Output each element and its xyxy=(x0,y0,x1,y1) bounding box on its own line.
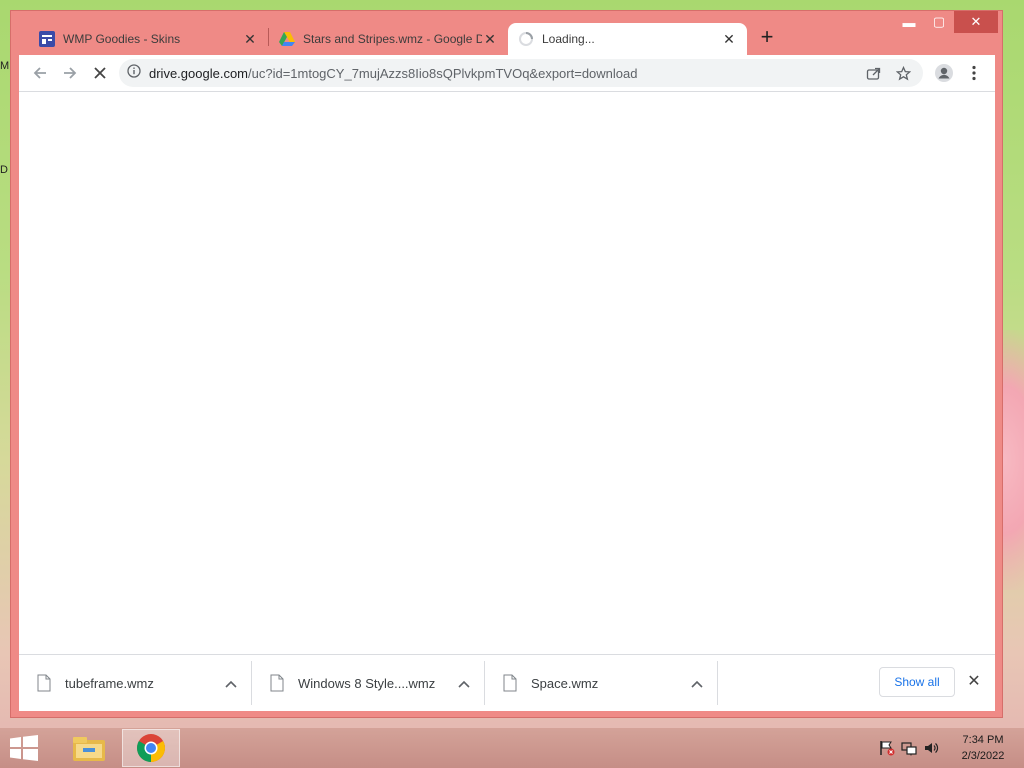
tab-close-icon[interactable]: ✕ xyxy=(482,31,498,48)
google-drive-icon xyxy=(279,31,295,47)
clock[interactable]: 7:34 PM 2/3/2022 xyxy=(948,732,1018,764)
window-controls: ▬ ▢ ✕ xyxy=(894,11,998,33)
site-icon xyxy=(39,31,55,47)
tab-title: Loading... xyxy=(542,32,595,46)
url-path: /uc?id=1mtogCY_7mujAzzs8Iio8sQPlvkpmTVOq… xyxy=(248,65,638,81)
file-icon xyxy=(270,674,284,692)
file-icon xyxy=(503,674,517,692)
desktop-icon-label-d: D xyxy=(0,164,8,176)
download-filename: Windows 8 Style....wmz xyxy=(298,675,436,691)
page-content xyxy=(19,91,995,655)
tab-strip: WMP Goodies - Skins ✕ Stars and Stripes.… xyxy=(29,19,781,55)
file-icon xyxy=(37,674,51,692)
tab-loading[interactable]: Loading... ✕ xyxy=(508,23,747,55)
share-icon[interactable] xyxy=(861,61,885,85)
menu-icon[interactable] xyxy=(959,58,989,88)
forward-icon[interactable] xyxy=(55,58,85,88)
action-center-flag-icon[interactable] xyxy=(876,737,898,759)
start-button[interactable] xyxy=(0,728,48,768)
browser-window: ▬ ▢ ✕ WMP Goodies - Skins ✕ Stars and St… xyxy=(10,10,1003,718)
download-item[interactable]: tubeframe.wmz xyxy=(19,661,252,705)
bookmark-star-icon[interactable] xyxy=(891,61,915,85)
chevron-up-icon[interactable] xyxy=(458,676,470,691)
new-tab-button[interactable]: + xyxy=(753,23,781,51)
stop-icon[interactable] xyxy=(85,58,115,88)
tab-stars-and-stripes[interactable]: Stars and Stripes.wmz - Google D ✕ xyxy=(269,23,508,55)
download-filename: tubeframe.wmz xyxy=(65,675,154,691)
desktop-icon-label-m: M xyxy=(0,60,10,72)
clock-date: 2/3/2022 xyxy=(961,750,1005,762)
back-icon[interactable] xyxy=(25,58,55,88)
download-item[interactable]: Windows 8 Style....wmz xyxy=(252,661,485,705)
show-all-button[interactable]: Show all xyxy=(879,667,955,697)
minimize-button[interactable]: ▬ xyxy=(894,11,924,33)
network-icon[interactable] xyxy=(898,737,920,759)
address-bar[interactable]: drive.google.com/uc?id=1mtogCY_7mujAzzs8… xyxy=(119,59,923,87)
profile-icon[interactable] xyxy=(929,58,959,88)
close-downloads-icon[interactable]: ✕ xyxy=(963,669,985,693)
url-host: drive.google.com xyxy=(149,65,248,81)
url-text[interactable]: drive.google.com/uc?id=1mtogCY_7mujAzzs8… xyxy=(149,66,861,81)
loading-spinner-icon xyxy=(518,31,534,47)
browser-toolbar: drive.google.com/uc?id=1mtogCY_7mujAzzs8… xyxy=(19,55,995,91)
chrome-icon[interactable] xyxy=(122,729,180,767)
tab-close-icon[interactable]: ✕ xyxy=(242,31,258,48)
tab-title: WMP Goodies - Skins xyxy=(63,32,181,46)
tab-title: Stars and Stripes.wmz - Google D xyxy=(303,32,482,46)
chevron-up-icon[interactable] xyxy=(225,676,237,691)
clock-time: 7:34 PM xyxy=(962,734,1004,746)
chevron-up-icon[interactable] xyxy=(691,676,703,691)
file-explorer-icon[interactable] xyxy=(60,729,118,767)
windows-logo-icon xyxy=(10,735,38,761)
close-window-button[interactable]: ✕ xyxy=(954,11,998,33)
download-item[interactable]: Space.wmz xyxy=(485,661,718,705)
system-tray: 7:34 PM 2/3/2022 xyxy=(876,728,1018,768)
taskbar: 7:34 PM 2/3/2022 xyxy=(0,728,1024,768)
tab-wmp-goodies[interactable]: WMP Goodies - Skins ✕ xyxy=(29,23,268,55)
tab-close-icon[interactable]: ✕ xyxy=(721,31,737,48)
site-info-icon[interactable] xyxy=(127,63,141,83)
downloads-bar: tubeframe.wmz Windows 8 Style....wmz Spa… xyxy=(19,654,995,711)
maximize-button[interactable]: ▢ xyxy=(924,11,954,33)
download-filename: Space.wmz xyxy=(531,675,599,691)
volume-icon[interactable] xyxy=(920,737,942,759)
